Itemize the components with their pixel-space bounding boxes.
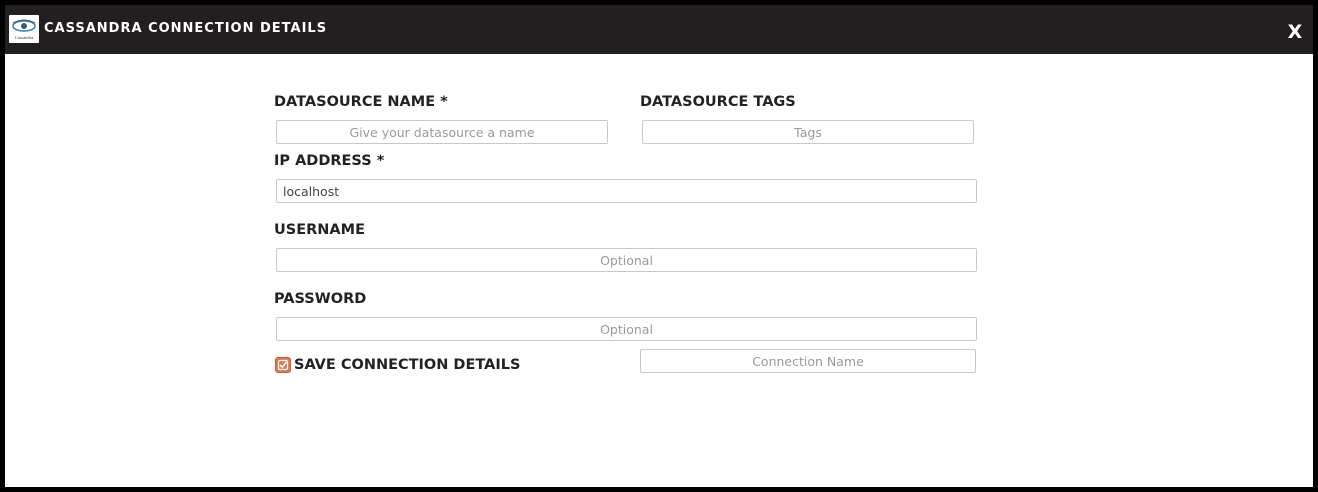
datasource-name-label: DATASOURCE NAME *	[274, 94, 448, 110]
dialog-title: CASSANDRA CONNECTION DETAILS	[44, 21, 328, 36]
connection-name-input[interactable]	[640, 349, 976, 373]
close-icon[interactable]: X	[1286, 22, 1304, 42]
password-label: PASSWORD	[274, 291, 367, 307]
ip-address-input[interactable]	[276, 179, 977, 203]
logo-text: Cassandra	[15, 35, 34, 40]
checkmark-icon	[277, 359, 289, 371]
save-connection-checkbox[interactable]	[275, 357, 291, 373]
datasource-name-input[interactable]	[276, 120, 608, 144]
connection-dialog: Cassandra CASSANDRA CONNECTION DETAILS X…	[5, 5, 1313, 487]
datasource-tags-input[interactable]	[642, 120, 974, 144]
username-label: USERNAME	[274, 222, 365, 238]
ip-address-label: IP ADDRESS *	[274, 153, 385, 169]
datasource-tags-label: DATASOURCE TAGS	[640, 94, 796, 110]
title-bar: Cassandra CASSANDRA CONNECTION DETAILS X	[5, 5, 1313, 54]
username-input[interactable]	[276, 248, 977, 272]
password-input[interactable]	[276, 317, 977, 341]
cassandra-logo-icon: Cassandra	[9, 15, 39, 43]
save-connection-label[interactable]: SAVE CONNECTION DETAILS	[294, 357, 520, 373]
